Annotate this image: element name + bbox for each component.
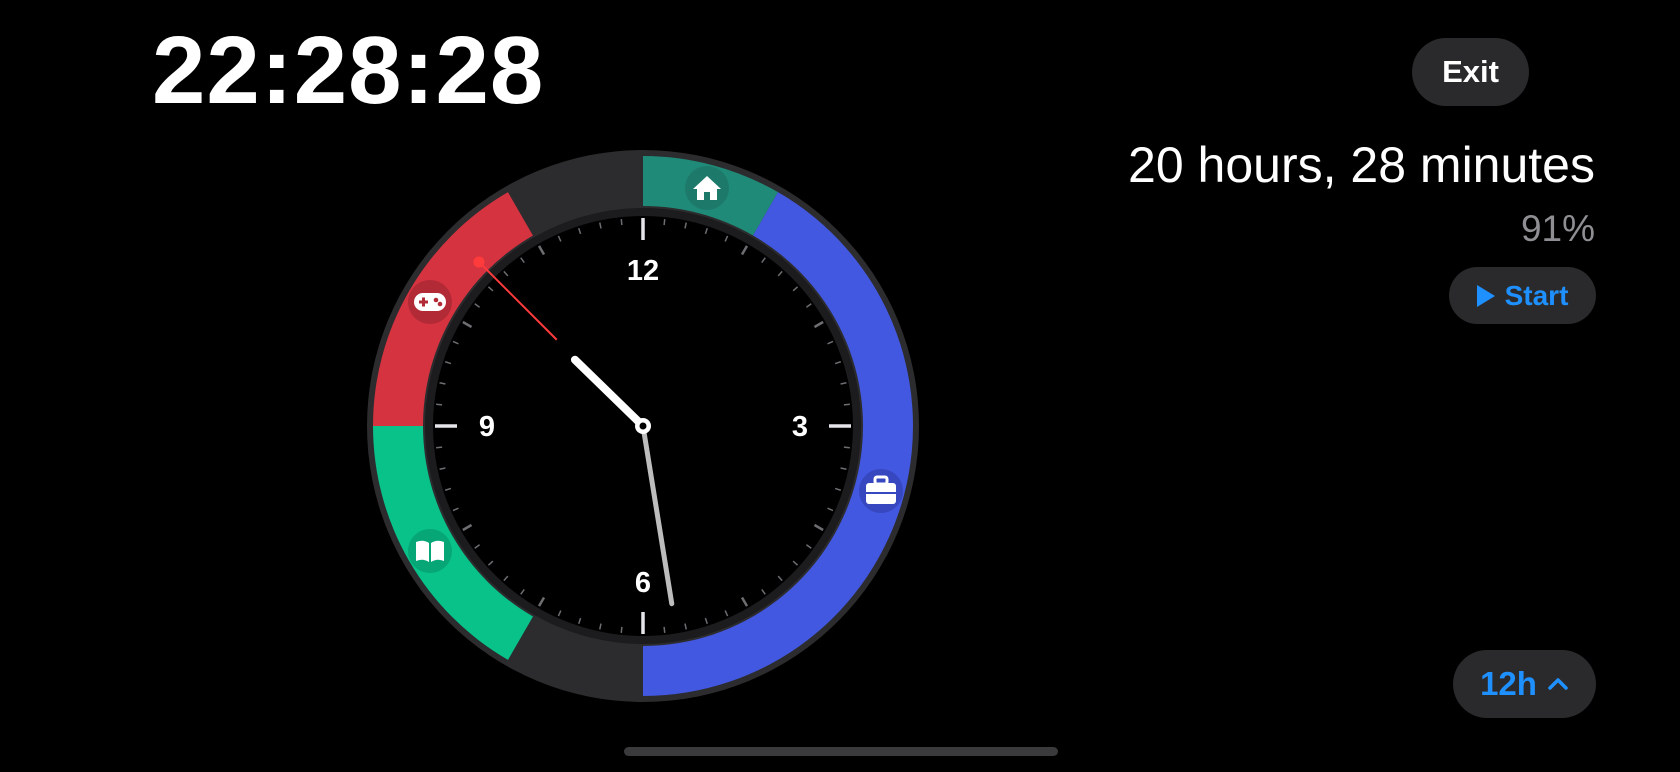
dial-number-9: 9 [479, 411, 495, 443]
gamepad-icon[interactable] [408, 280, 452, 324]
book-icon[interactable] [408, 529, 452, 573]
minor-tick [663, 219, 666, 226]
minor-tick [843, 403, 850, 406]
house-icon[interactable] [685, 166, 729, 210]
second-hand-tip [473, 256, 485, 268]
minor-tick [843, 446, 850, 449]
minor-tick [663, 626, 666, 633]
clock-center-pin [639, 422, 647, 430]
minor-tick [436, 446, 443, 449]
home-indicator[interactable] [624, 747, 1058, 756]
dial-number-6: 6 [635, 567, 651, 599]
dial-number-3: 3 [792, 411, 808, 443]
analog-clock: 12 3 6 9 [367, 150, 919, 702]
minor-tick [620, 626, 623, 633]
dial-number-12: 12 [627, 255, 659, 287]
minor-tick [620, 219, 623, 226]
minor-tick [436, 403, 443, 406]
briefcase-icon[interactable] [859, 469, 903, 513]
